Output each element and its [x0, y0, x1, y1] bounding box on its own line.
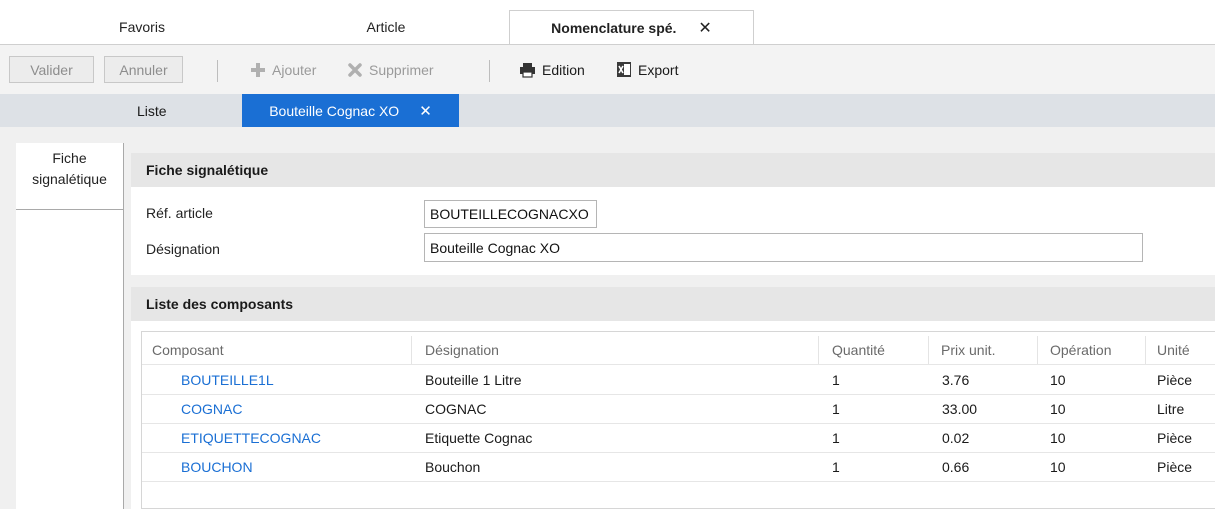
component-operation: 10: [1050, 459, 1066, 475]
component-designation: Bouteille 1 Litre: [425, 372, 522, 388]
export-label: Export: [638, 61, 679, 78]
tab-favoris[interactable]: Favoris: [110, 10, 174, 44]
excel-icon: [616, 61, 632, 78]
table-row[interactable]: COGNAC COGNAC 1 33.00 10 Litre: [142, 395, 1215, 423]
component-price: 3.76: [942, 372, 970, 388]
tab-nomenclature-label: Nomenclature spé.: [551, 19, 677, 36]
designation-label: Désignation: [146, 241, 220, 257]
component-price: 0.66: [942, 459, 970, 475]
component-operation: 10: [1050, 430, 1066, 446]
row-divider: [142, 481, 1215, 482]
toolbar: Valider Annuler Ajouter Supprimer Editio…: [0, 44, 1215, 94]
tab-article[interactable]: Article: [358, 10, 414, 44]
component-operation: 10: [1050, 372, 1066, 388]
col-quantite[interactable]: Quantité: [832, 336, 885, 364]
col-divider: [928, 336, 929, 364]
col-divider: [411, 336, 412, 364]
col-divider: [1037, 336, 1038, 364]
toolbar-divider: [489, 60, 490, 82]
component-code[interactable]: ETIQUETTECOGNAC: [181, 424, 321, 452]
delete-x-icon: [347, 62, 363, 78]
components-section-title: Liste des composants: [131, 287, 1215, 321]
col-prix[interactable]: Prix unit.: [941, 336, 995, 364]
component-quantity: 1: [832, 401, 840, 417]
table-row[interactable]: BOUTEILLE1L Bouteille 1 Litre 1 3.76 10 …: [142, 366, 1215, 394]
close-icon[interactable]: ✕: [698, 18, 711, 38]
export-button[interactable]: Export: [616, 56, 678, 83]
side-tab-divider: [16, 209, 124, 210]
toolbar-divider: [217, 60, 218, 82]
component-unit: Pièce: [1157, 372, 1193, 388]
tab-liste-label: Liste: [137, 102, 167, 119]
validate-button[interactable]: Valider: [9, 56, 94, 83]
tab-nomenclature[interactable]: Nomenclature spé. ✕: [509, 10, 754, 44]
component-operation: 10: [1050, 401, 1066, 417]
col-operation[interactable]: Opération: [1050, 336, 1111, 364]
component-designation: Bouchon: [425, 459, 481, 475]
col-unite[interactable]: Unité: [1157, 336, 1190, 364]
component-designation: COGNAC: [425, 401, 487, 417]
ref-label: Réf. article: [146, 205, 213, 221]
table-row[interactable]: BOUCHON Bouchon 1 0.66 10 Pièce: [142, 453, 1215, 481]
component-quantity: 1: [832, 459, 840, 475]
cancel-button[interactable]: Annuler: [104, 56, 183, 83]
add-label: Ajouter: [272, 61, 317, 78]
side-tab-line2: signalétique: [32, 171, 107, 187]
edition-button[interactable]: Edition: [519, 56, 585, 83]
component-unit: Litre: [1157, 401, 1185, 417]
edition-label: Edition: [542, 61, 585, 78]
component-code[interactable]: BOUCHON: [181, 453, 253, 481]
ref-article-input[interactable]: BOUTEILLECOGNACXO: [424, 200, 597, 228]
component-code[interactable]: COGNAC: [181, 395, 242, 423]
tab-article-label: Article: [366, 19, 406, 35]
component-unit: Pièce: [1157, 430, 1193, 446]
fiche-section-title: Fiche signalétique: [131, 153, 1215, 187]
top-tab-strip: Favoris Article Nomenclature spé. ✕: [0, 0, 1215, 44]
component-quantity: 1: [832, 430, 840, 446]
component-code[interactable]: BOUTEILLE1L: [181, 366, 274, 394]
tab-bouteille-cognac[interactable]: Bouteille Cognac XO ✕: [242, 94, 459, 127]
component-designation: Etiquette Cognac: [425, 430, 533, 446]
delete-button[interactable]: Supprimer: [347, 56, 434, 83]
component-unit: Pièce: [1157, 459, 1193, 475]
header-divider: [142, 364, 1215, 365]
plus-icon: [250, 62, 266, 78]
document-tab-bar: Liste Bouteille Cognac XO ✕: [0, 94, 1215, 127]
component-quantity: 1: [832, 372, 840, 388]
designation-input[interactable]: Bouteille Cognac XO: [424, 233, 1143, 262]
tab-favoris-label: Favoris: [119, 19, 165, 35]
delete-label: Supprimer: [369, 61, 434, 78]
col-divider: [818, 336, 819, 364]
component-price: 0.02: [942, 430, 970, 446]
add-button[interactable]: Ajouter: [250, 56, 316, 83]
col-divider: [1145, 336, 1146, 364]
table-row[interactable]: ETIQUETTECOGNAC Etiquette Cognac 1 0.02 …: [142, 424, 1215, 452]
col-designation[interactable]: Désignation: [425, 336, 499, 364]
component-price: 33.00: [942, 401, 978, 417]
side-tab-line1: Fiche: [52, 150, 87, 166]
printer-icon: [519, 62, 536, 78]
tab-liste[interactable]: Liste: [137, 94, 227, 127]
side-tab-panel: [16, 143, 124, 509]
tab-bouteille-label: Bouteille Cognac XO: [269, 102, 400, 119]
close-icon[interactable]: ✕: [419, 102, 432, 120]
side-tab-fiche[interactable]: Fiche signalétique: [16, 148, 123, 190]
col-composant[interactable]: Composant: [152, 336, 224, 364]
